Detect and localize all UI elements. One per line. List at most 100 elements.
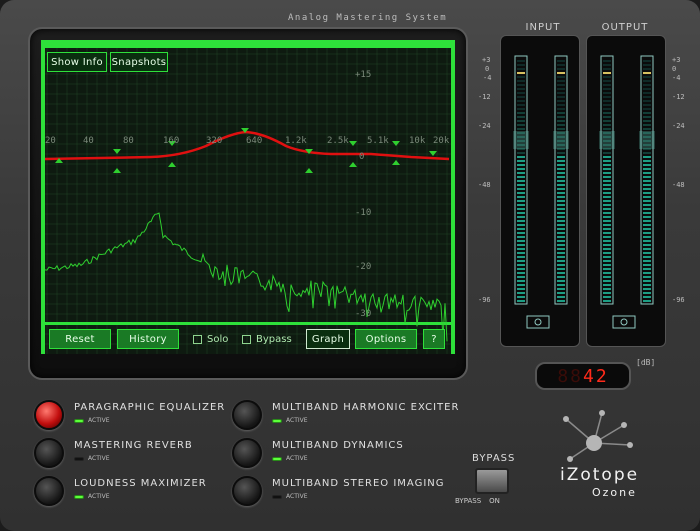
meter-segment (643, 236, 651, 238)
options-button[interactable]: Options (355, 329, 417, 349)
meter-segment (643, 96, 651, 98)
module-button[interactable] (34, 476, 64, 506)
meter-segment (517, 164, 525, 166)
eq-graph[interactable] (41, 40, 455, 354)
meter-segment (643, 80, 651, 82)
meter-segment (643, 120, 651, 122)
module-led[interactable] (272, 494, 282, 499)
meter-segment (517, 100, 525, 102)
module-button[interactable] (34, 400, 64, 430)
meter-segment (517, 96, 525, 98)
module-status: ACTIVE (286, 455, 308, 462)
meter-segment (517, 60, 525, 62)
meter-segment (517, 276, 525, 278)
input-scale-label: -4 (483, 74, 492, 82)
meter-segment (557, 124, 565, 126)
meter-segment (643, 184, 651, 186)
meter-segment (643, 172, 651, 174)
module-loudness-maximizer[interactable]: LOUDNESS MAXIMIZER ACTIVE (34, 476, 207, 506)
input-scale-label: -96 (478, 296, 491, 304)
meter-segment (557, 64, 565, 66)
meter-segment (643, 244, 651, 246)
module-mastering-reverb[interactable]: MASTERING REVERB ACTIVE (34, 438, 193, 468)
show-info-button[interactable]: Show Info (47, 52, 107, 72)
meter-segment (517, 252, 525, 254)
meter-segment (603, 236, 611, 238)
eq-display[interactable]: Show Info Snapshots 20 40 80 160 320 640… (41, 40, 455, 354)
meter-segment (557, 160, 565, 162)
module-button[interactable] (34, 438, 64, 468)
meter-segment (643, 64, 651, 66)
meter-segment (517, 204, 525, 206)
meter-segment (557, 292, 565, 294)
module-button[interactable] (232, 476, 262, 506)
meter-segment (557, 112, 565, 114)
meter-segment (603, 232, 611, 234)
graph-button[interactable]: Graph (306, 329, 350, 349)
meter-peak-glow (553, 131, 569, 149)
meter-segment (517, 104, 525, 106)
input-meter-bars (513, 55, 569, 329)
freq-label: 20 (45, 136, 56, 146)
meter-segment (643, 92, 651, 94)
module-multiband-dynamics[interactable]: MULTIBAND DYNAMICS ACTIVE (232, 438, 404, 468)
meter-segment (603, 216, 611, 218)
snapshots-button[interactable]: Snapshots (110, 52, 168, 72)
meter-segment (517, 280, 525, 282)
meter-segment (517, 72, 525, 74)
meter-segment (517, 220, 525, 222)
meter-segment (643, 272, 651, 274)
reset-button[interactable]: Reset (49, 329, 111, 349)
input-meter (500, 35, 580, 347)
meter-segment (643, 160, 651, 162)
meter-segment (517, 208, 525, 210)
meter-segment (517, 232, 525, 234)
history-button[interactable]: History (117, 329, 179, 349)
meter-segment (557, 260, 565, 262)
db-label: -10 (355, 208, 372, 218)
meter-segment (517, 196, 525, 198)
meter-segment (643, 240, 651, 242)
meter-segment (643, 128, 651, 130)
meter-segment (643, 188, 651, 190)
help-button[interactable]: ? (423, 329, 445, 349)
meter-segment (643, 116, 651, 118)
meter-segment (603, 268, 611, 270)
module-led[interactable] (272, 418, 282, 423)
meter-segment (643, 204, 651, 206)
bypass-options: BYPASS ON (455, 497, 500, 505)
meter-segment (557, 280, 565, 282)
meter-segment (517, 92, 525, 94)
meter-segment (517, 272, 525, 274)
bypass-checkbox-box[interactable] (242, 335, 251, 344)
meter-segment (557, 232, 565, 234)
tagline: Analog Mastering System (288, 13, 448, 23)
solo-checkbox-box[interactable] (193, 335, 202, 344)
module-led[interactable] (74, 418, 84, 423)
module-led[interactable] (272, 456, 282, 461)
meter-segment (517, 188, 525, 190)
module-paragraphic-equalizer[interactable]: PARAGRAPHIC EQUALIZER ACTIVE (34, 400, 225, 430)
meter-segment (603, 256, 611, 258)
readout-dim-digits: 88 (557, 365, 583, 387)
module-multiband-stereo-imaging[interactable]: MULTIBAND STEREO IMAGING ACTIVE (232, 476, 445, 506)
meter-segment (603, 68, 611, 70)
module-multiband-harmonic-exciter[interactable]: MULTIBAND HARMONIC EXCITER ACTIVE (232, 400, 459, 430)
module-led[interactable] (74, 494, 84, 499)
meter-segment (557, 196, 565, 198)
bypass-switch[interactable] (475, 468, 509, 494)
meter-segment (643, 200, 651, 202)
meter-segment (603, 184, 611, 186)
output-scale-label: +3 (672, 56, 681, 64)
meter-segment (517, 216, 525, 218)
meter-segment (603, 176, 611, 178)
module-led[interactable] (74, 456, 84, 461)
bypass-checkbox[interactable]: Bypass (242, 334, 292, 345)
meter-segment (517, 120, 525, 122)
module-button[interactable] (232, 438, 262, 468)
input-scale-label: -12 (478, 93, 491, 101)
solo-checkbox[interactable]: Solo (193, 334, 228, 345)
db-label: -30 (355, 309, 372, 319)
module-title: LOUDNESS MAXIMIZER (74, 478, 207, 489)
module-button[interactable] (232, 400, 262, 430)
